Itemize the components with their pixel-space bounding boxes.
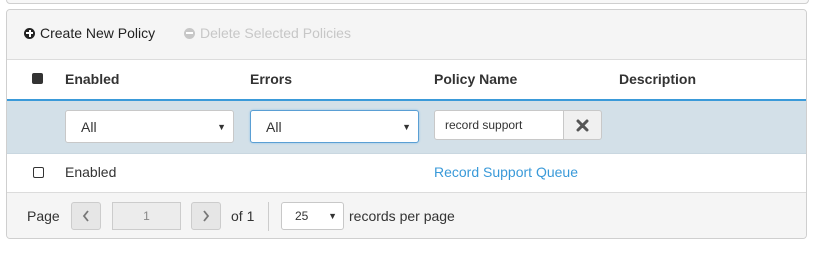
top-panel-edge <box>6 0 809 4</box>
previous-page-button[interactable] <box>71 202 101 230</box>
clear-search-button[interactable] <box>563 110 602 140</box>
delete-policies-label: Delete Selected Policies <box>200 25 351 41</box>
enabled-filter-select[interactable]: All ▼ <box>65 110 234 143</box>
policy-name-search-input[interactable] <box>434 110 564 140</box>
next-page-button[interactable] <box>191 202 221 230</box>
filter-row: All ▼ All ▼ <box>7 101 806 154</box>
plus-circle-icon <box>24 27 35 39</box>
select-all-checkbox[interactable] <box>32 73 43 84</box>
chevron-right-icon <box>203 210 210 222</box>
policy-name-link[interactable]: Record Support Queue <box>434 164 578 180</box>
records-per-page-value: 25 <box>295 209 309 223</box>
create-policy-label: Create New Policy <box>40 25 156 41</box>
create-policy-button[interactable]: Create New Policy <box>24 25 155 41</box>
chevron-down-icon: ▼ <box>402 122 411 132</box>
table-row: Enabled Record Support Queue <box>7 154 806 193</box>
errors-filter-value: All <box>266 119 282 135</box>
toolbar: Create New Policy Delete Selected Polici… <box>7 10 806 60</box>
delete-policies-button[interactable]: Delete Selected Policies <box>184 25 351 41</box>
column-header-errors[interactable]: Errors <box>250 71 292 87</box>
minus-circle-icon <box>184 27 195 39</box>
chevron-left-icon <box>82 210 89 222</box>
page-count-label: of 1 <box>231 208 255 224</box>
table-header: Enabled Errors Policy Name Description <box>7 60 806 101</box>
row-checkbox[interactable] <box>33 167 44 178</box>
chevron-down-icon: ▼ <box>217 122 226 132</box>
column-header-description[interactable]: Description <box>619 71 696 87</box>
enabled-filter-value: All <box>81 119 97 135</box>
policy-name-search <box>434 110 602 140</box>
chevron-down-icon: ▼ <box>328 211 337 221</box>
current-page-input[interactable] <box>112 202 181 230</box>
pagination-bar: Page of 1 25 ▼ records per page <box>7 193 806 238</box>
records-per-page-select[interactable]: 25 ▼ <box>281 202 344 230</box>
records-per-page-label: records per page <box>349 208 455 224</box>
column-header-enabled[interactable]: Enabled <box>65 71 119 87</box>
page-label: Page <box>27 208 60 224</box>
pager-divider <box>268 202 269 231</box>
row-enabled-cell: Enabled <box>65 164 117 180</box>
errors-filter-select[interactable]: All ▼ <box>250 110 419 143</box>
policies-panel: Create New Policy Delete Selected Polici… <box>6 9 807 239</box>
close-icon <box>576 119 589 131</box>
column-header-policy-name[interactable]: Policy Name <box>434 71 517 87</box>
